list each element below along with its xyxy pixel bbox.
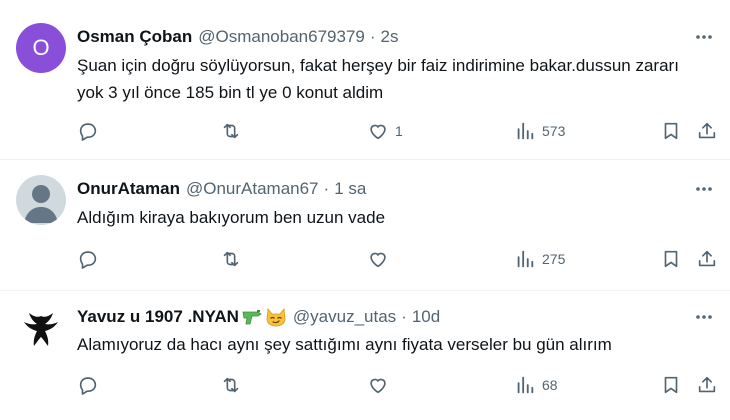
tweet-actions: 1 573 [77,119,716,143]
bookmark-icon [664,376,678,394]
retweet-icon [223,251,239,267]
heart-icon [370,378,386,394]
user-name[interactable]: Osman Çoban [77,27,192,47]
tweet-text: Şuan için doğru söylüyorsun, fakat herşe… [77,56,679,102]
tweet-actions: 68 [77,373,716,397]
user-name[interactable]: Yavuz u 1907 .NYAN [77,307,239,327]
more-options-button[interactable] [692,305,716,329]
views-button[interactable]: 68 [514,373,558,397]
like-count: 1 [395,123,403,139]
bookmark-button[interactable] [660,119,682,143]
user-handle[interactable]: @Osmanoban679379 [198,27,365,47]
reply-icon [79,377,97,395]
retweet-icon [223,377,239,393]
view-count: 573 [542,123,566,139]
views-icon [517,250,534,268]
separator: · [369,27,376,46]
separator: · [401,307,407,326]
smirking-cat-icon [265,307,287,327]
tweet-text: Aldığım kiraya bakıyorum ben uzun vade [77,208,386,227]
views-button[interactable]: 573 [514,119,565,143]
share-button[interactable] [696,119,718,143]
tweet-text: Alamıyoruz da hacı aynı şey sattığımı ay… [77,335,612,354]
timestamp[interactable]: 10d [412,307,440,327]
heart-icon [370,124,386,140]
reply-button[interactable] [77,373,99,397]
reply-icon [79,123,97,141]
retweet-button[interactable] [220,373,242,397]
water-pistol-icon [241,308,263,326]
views-icon [517,122,534,140]
bookmark-button[interactable] [660,373,682,397]
bookmark-icon [664,250,678,268]
separator: · [323,179,330,198]
like-button[interactable] [367,373,389,397]
views-icon [517,376,534,394]
bookmark-icon [664,122,678,140]
avatar[interactable] [16,175,66,225]
user-handle[interactable]: @OnurAtaman67 [186,179,319,199]
avatar[interactable] [16,305,66,355]
share-icon [698,122,716,139]
tweet[interactable]: OnurAtaman @OnurAtaman67 · 1 sa Aldığım … [0,160,730,291]
views-button[interactable]: 275 [514,247,565,271]
avatar[interactable]: O [16,23,66,73]
more-icon [696,187,712,191]
view-count: 68 [542,377,558,393]
like-button[interactable]: 1 [367,119,403,143]
retweet-button[interactable] [220,119,242,143]
user-handle[interactable]: @yavuz_utas [293,307,396,327]
tweet[interactable]: Yavuz u 1907 .NYAN @yavuz_utas · 10d Ala… [0,291,730,420]
share-icon [698,250,716,267]
tweet[interactable]: O Osman Çoban @Osmanoban679379 · 2s Şuan… [0,0,730,160]
avatar-letter: O [32,35,50,60]
heart-icon [370,252,386,268]
user-name[interactable]: OnurAtaman [77,179,180,199]
reply-button[interactable] [77,119,99,143]
reply-icon [79,251,97,269]
more-options-button[interactable] [692,177,716,201]
timestamp[interactable]: 2s [381,27,399,47]
default-profile-icon [24,185,58,223]
view-count: 275 [542,251,566,267]
like-button[interactable] [367,247,389,271]
share-icon [698,376,716,393]
tweet-actions: 275 [77,247,716,271]
reply-button[interactable] [77,247,99,271]
eagle-logo-icon [24,313,58,346]
share-button[interactable] [696,247,718,271]
share-button[interactable] [696,373,718,397]
more-options-button[interactable] [692,25,716,49]
retweet-button[interactable] [220,247,242,271]
more-icon [696,35,712,39]
timestamp[interactable]: 1 sa [334,179,366,199]
more-icon [696,315,712,319]
retweet-icon [223,123,239,139]
bookmark-button[interactable] [660,247,682,271]
